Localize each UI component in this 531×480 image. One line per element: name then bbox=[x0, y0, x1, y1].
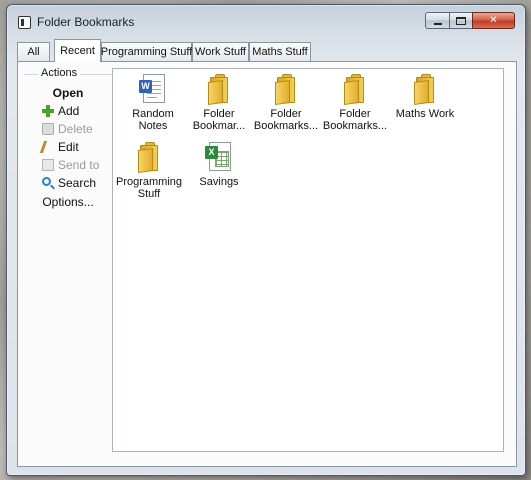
folder-icon bbox=[409, 73, 441, 106]
delete-action[interactable]: Delete bbox=[24, 121, 112, 138]
edit-action-label: Edit bbox=[58, 140, 79, 154]
bookmark-folder-bookmarks-2[interactable]: Folder Bookmarks... bbox=[250, 73, 322, 132]
minimize-icon bbox=[433, 22, 442, 25]
actions-sidebar: Actions Open Add Delete Edit Send to Sea… bbox=[24, 66, 112, 460]
tab-programming-stuff[interactable]: Programming Stuff bbox=[101, 42, 192, 61]
title-bar[interactable]: Folder Bookmarks ✕ bbox=[7, 5, 525, 39]
send-to-action[interactable]: Send to bbox=[24, 157, 112, 174]
bookmark-folder-bookmarks-1[interactable]: Folder Bookmar... bbox=[183, 73, 255, 132]
bookmark-label: Random Notes bbox=[132, 108, 174, 132]
tab-panel: Actions Open Add Delete Edit Send to Sea… bbox=[17, 61, 517, 467]
folder-icon bbox=[133, 141, 165, 174]
search-icon bbox=[42, 177, 51, 186]
bookmark-label: Folder Bookmar... bbox=[192, 108, 246, 132]
actions-title: Actions bbox=[38, 67, 81, 79]
minimize-button[interactable] bbox=[425, 12, 450, 29]
bookmark-label: Savings bbox=[199, 176, 239, 188]
bookmark-label: Programming Stuff bbox=[115, 176, 183, 200]
bookmark-label: Folder Bookmarks... bbox=[322, 108, 388, 132]
bookmark-programming-stuff[interactable]: Programming Stuff bbox=[113, 141, 185, 200]
maximize-icon bbox=[456, 16, 466, 25]
send-to-action-label: Send to bbox=[58, 158, 100, 172]
options-action[interactable]: Options... bbox=[24, 194, 112, 211]
plus-icon bbox=[42, 105, 54, 117]
app-window: Folder Bookmarks ✕ All Recent Programmin… bbox=[6, 4, 526, 476]
maximize-button[interactable] bbox=[449, 12, 473, 29]
bookmark-maths-work[interactable]: Maths Work bbox=[389, 73, 461, 120]
folder-icon bbox=[339, 73, 371, 106]
folder-icon bbox=[270, 73, 302, 106]
add-action[interactable]: Add bbox=[24, 103, 112, 120]
bookmark-label: Folder Bookmarks... bbox=[253, 108, 319, 132]
add-action-label: Add bbox=[58, 104, 80, 118]
delete-action-label: Delete bbox=[58, 122, 93, 136]
app-icon bbox=[18, 16, 31, 29]
open-action-label: Open bbox=[52, 86, 84, 100]
tab-all[interactable]: All bbox=[17, 42, 50, 61]
bookmark-folder-bookmarks-3[interactable]: Folder Bookmarks... bbox=[319, 73, 391, 132]
tab-maths-stuff[interactable]: Maths Stuff bbox=[249, 42, 311, 61]
bookmark-random-notes[interactable]: W Random Notes bbox=[117, 73, 189, 132]
open-action[interactable]: Open bbox=[24, 85, 112, 102]
bookmarks-view[interactable]: W Random Notes Folder Bookmar... Folder … bbox=[112, 68, 504, 452]
search-action[interactable]: Search bbox=[24, 175, 112, 192]
search-action-label: Search bbox=[58, 176, 97, 190]
pencil-icon bbox=[39, 141, 53, 153]
folder-icon bbox=[203, 73, 235, 106]
edit-action[interactable]: Edit bbox=[24, 139, 112, 156]
excel-spreadsheet-icon: X bbox=[203, 141, 235, 173]
bookmark-label: Maths Work bbox=[395, 108, 455, 120]
close-icon: ✕ bbox=[489, 15, 498, 26]
send-icon bbox=[42, 159, 54, 171]
tab-recent[interactable]: Recent bbox=[54, 39, 101, 62]
window-title: Folder Bookmarks bbox=[37, 15, 135, 29]
bookmark-savings[interactable]: X Savings bbox=[183, 141, 255, 188]
tab-work-stuff[interactable]: Work Stuff bbox=[192, 42, 249, 61]
trash-icon bbox=[42, 123, 54, 135]
options-action-label: Options... bbox=[42, 195, 94, 209]
word-document-icon: W bbox=[137, 73, 169, 105]
close-button[interactable]: ✕ bbox=[472, 12, 515, 29]
